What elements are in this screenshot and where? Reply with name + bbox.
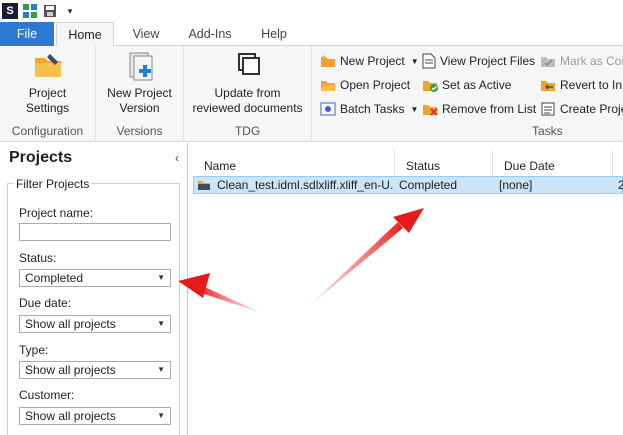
project-settings-button[interactable]: Project Settings	[0, 50, 95, 116]
row-name-cell: Clean_test.idml.sdlxliff.xliff_en-U...	[217, 178, 393, 192]
chevron-down-icon: ▼	[157, 319, 165, 328]
open-project-button[interactable]: Open Project	[320, 74, 410, 96]
table-row[interactable]: Clean_test.idml.sdlxliff.xliff_en-U... C…	[193, 176, 623, 194]
row-status-cell: Completed	[399, 178, 458, 192]
status-select[interactable]: Completed ▼	[19, 269, 171, 287]
status-select-value: Completed	[25, 271, 84, 285]
remove-from-list-label: Remove from List	[442, 102, 537, 116]
save-icon[interactable]	[42, 3, 58, 19]
panel-title: Projects	[9, 149, 73, 166]
revert-to-button[interactable]: Revert to In	[540, 74, 622, 96]
chevron-down-icon: ▼	[410, 104, 419, 114]
group-versions: New Project Version Versions	[96, 46, 184, 142]
collapse-panel-icon[interactable]: ‹	[175, 151, 179, 165]
view-project-files-label: View Project Files	[440, 54, 536, 68]
tab-file[interactable]: File	[0, 22, 54, 46]
group-label-tasks: Tasks	[532, 124, 563, 138]
mark-as-complete-label: Mark as Cor	[560, 54, 623, 68]
row-due-date-cell: [none]	[499, 178, 533, 192]
type-label: Type:	[19, 343, 49, 357]
status-label: Status:	[19, 251, 57, 265]
tab-help[interactable]: Help	[254, 22, 294, 46]
due-date-select-value: Show all projects	[25, 317, 116, 331]
project-settings-label: Project Settings	[25, 86, 70, 115]
chevron-down-icon: ▼	[410, 56, 419, 66]
create-project-label: Create Proje	[560, 102, 623, 116]
update-from-reviewed-button[interactable]: Update from reviewed documents	[184, 50, 311, 116]
revert-to-label: Revert to In	[560, 78, 623, 92]
chevron-down-icon: ▼	[157, 365, 165, 374]
customize-dropdown-icon[interactable]: ▾	[62, 3, 78, 19]
new-project-version-button[interactable]: New Project Version	[96, 50, 183, 116]
row-extra-cell: 2	[618, 178, 623, 192]
remove-from-list-button[interactable]: Remove from List	[422, 98, 536, 120]
ribbon: Project Settings Configuration New Proje…	[0, 46, 623, 142]
tab-add-ins[interactable]: Add-Ins	[183, 22, 237, 46]
puzzle-icon[interactable]	[22, 3, 38, 19]
group-label-versions: Versions	[116, 124, 163, 138]
project-name-input[interactable]	[19, 223, 171, 241]
open-folder-icon	[321, 81, 336, 91]
filter-legend: Filter Projects	[14, 177, 92, 191]
project-folder-icon	[198, 181, 210, 190]
update-from-reviewed-label: Update from reviewed documents	[192, 86, 303, 115]
new-project-icon	[321, 54, 335, 67]
type-select-value: Show all projects	[25, 363, 116, 377]
group-tdg: Update from reviewed documents TDG	[184, 46, 312, 142]
customer-select[interactable]: Show all projects ▼	[19, 407, 171, 425]
set-as-active-label: Set as Active	[442, 78, 512, 92]
remove-icon	[423, 105, 438, 116]
new-version-icon	[129, 52, 152, 81]
due-date-select[interactable]: Show all projects ▼	[19, 315, 171, 333]
app-logo-icon[interactable]: S	[2, 3, 18, 19]
new-project-button[interactable]: New Project ▼	[320, 50, 419, 72]
customer-label: Customer:	[19, 388, 75, 402]
new-project-version-label: New Project Version	[107, 86, 172, 115]
projects-filter-panel: Projects ‹ Filter Projects Project name:…	[0, 143, 188, 435]
ribbon-tab-bar: File Home View Add-Ins Help	[0, 22, 623, 47]
batch-tasks-icon	[320, 102, 336, 116]
mark-as-complete-button[interactable]: Mark as Cor	[540, 50, 623, 72]
document-icon	[422, 53, 436, 69]
view-project-files-button[interactable]: View Project Files	[422, 50, 535, 72]
create-project-icon	[541, 102, 555, 116]
mark-complete-icon	[541, 57, 555, 67]
revert-icon	[541, 81, 555, 91]
batch-tasks-button[interactable]: Batch Tasks ▼	[320, 98, 418, 120]
tab-view[interactable]: View	[126, 22, 166, 46]
customer-select-value: Show all projects	[25, 409, 116, 423]
batch-tasks-label: Batch Tasks	[340, 102, 405, 116]
type-select[interactable]: Show all projects ▼	[19, 361, 171, 379]
group-tasks: New Project ▼ Open Project Batch Tasks ▼ V…	[312, 46, 623, 142]
quick-access-toolbar: S ▾	[0, 0, 623, 22]
group-configuration: Project Settings Configuration	[0, 46, 96, 142]
set-active-icon	[423, 81, 438, 92]
group-label-tdg: TDG	[234, 124, 261, 138]
update-documents-icon	[237, 53, 260, 75]
open-project-label: Open Project	[340, 78, 411, 92]
due-date-label: Due date:	[19, 296, 72, 310]
new-project-label: New Project	[340, 54, 405, 68]
tab-home[interactable]: Home	[56, 22, 114, 47]
create-project-button[interactable]: Create Proje	[540, 98, 623, 120]
chevron-down-icon: ▼	[157, 411, 165, 420]
group-label-configuration: Configuration	[11, 124, 84, 138]
set-as-active-button[interactable]: Set as Active	[422, 74, 511, 96]
project-name-label: Project name:	[19, 206, 94, 220]
chevron-down-icon: ▼	[157, 273, 165, 282]
project-settings-icon	[34, 54, 61, 77]
